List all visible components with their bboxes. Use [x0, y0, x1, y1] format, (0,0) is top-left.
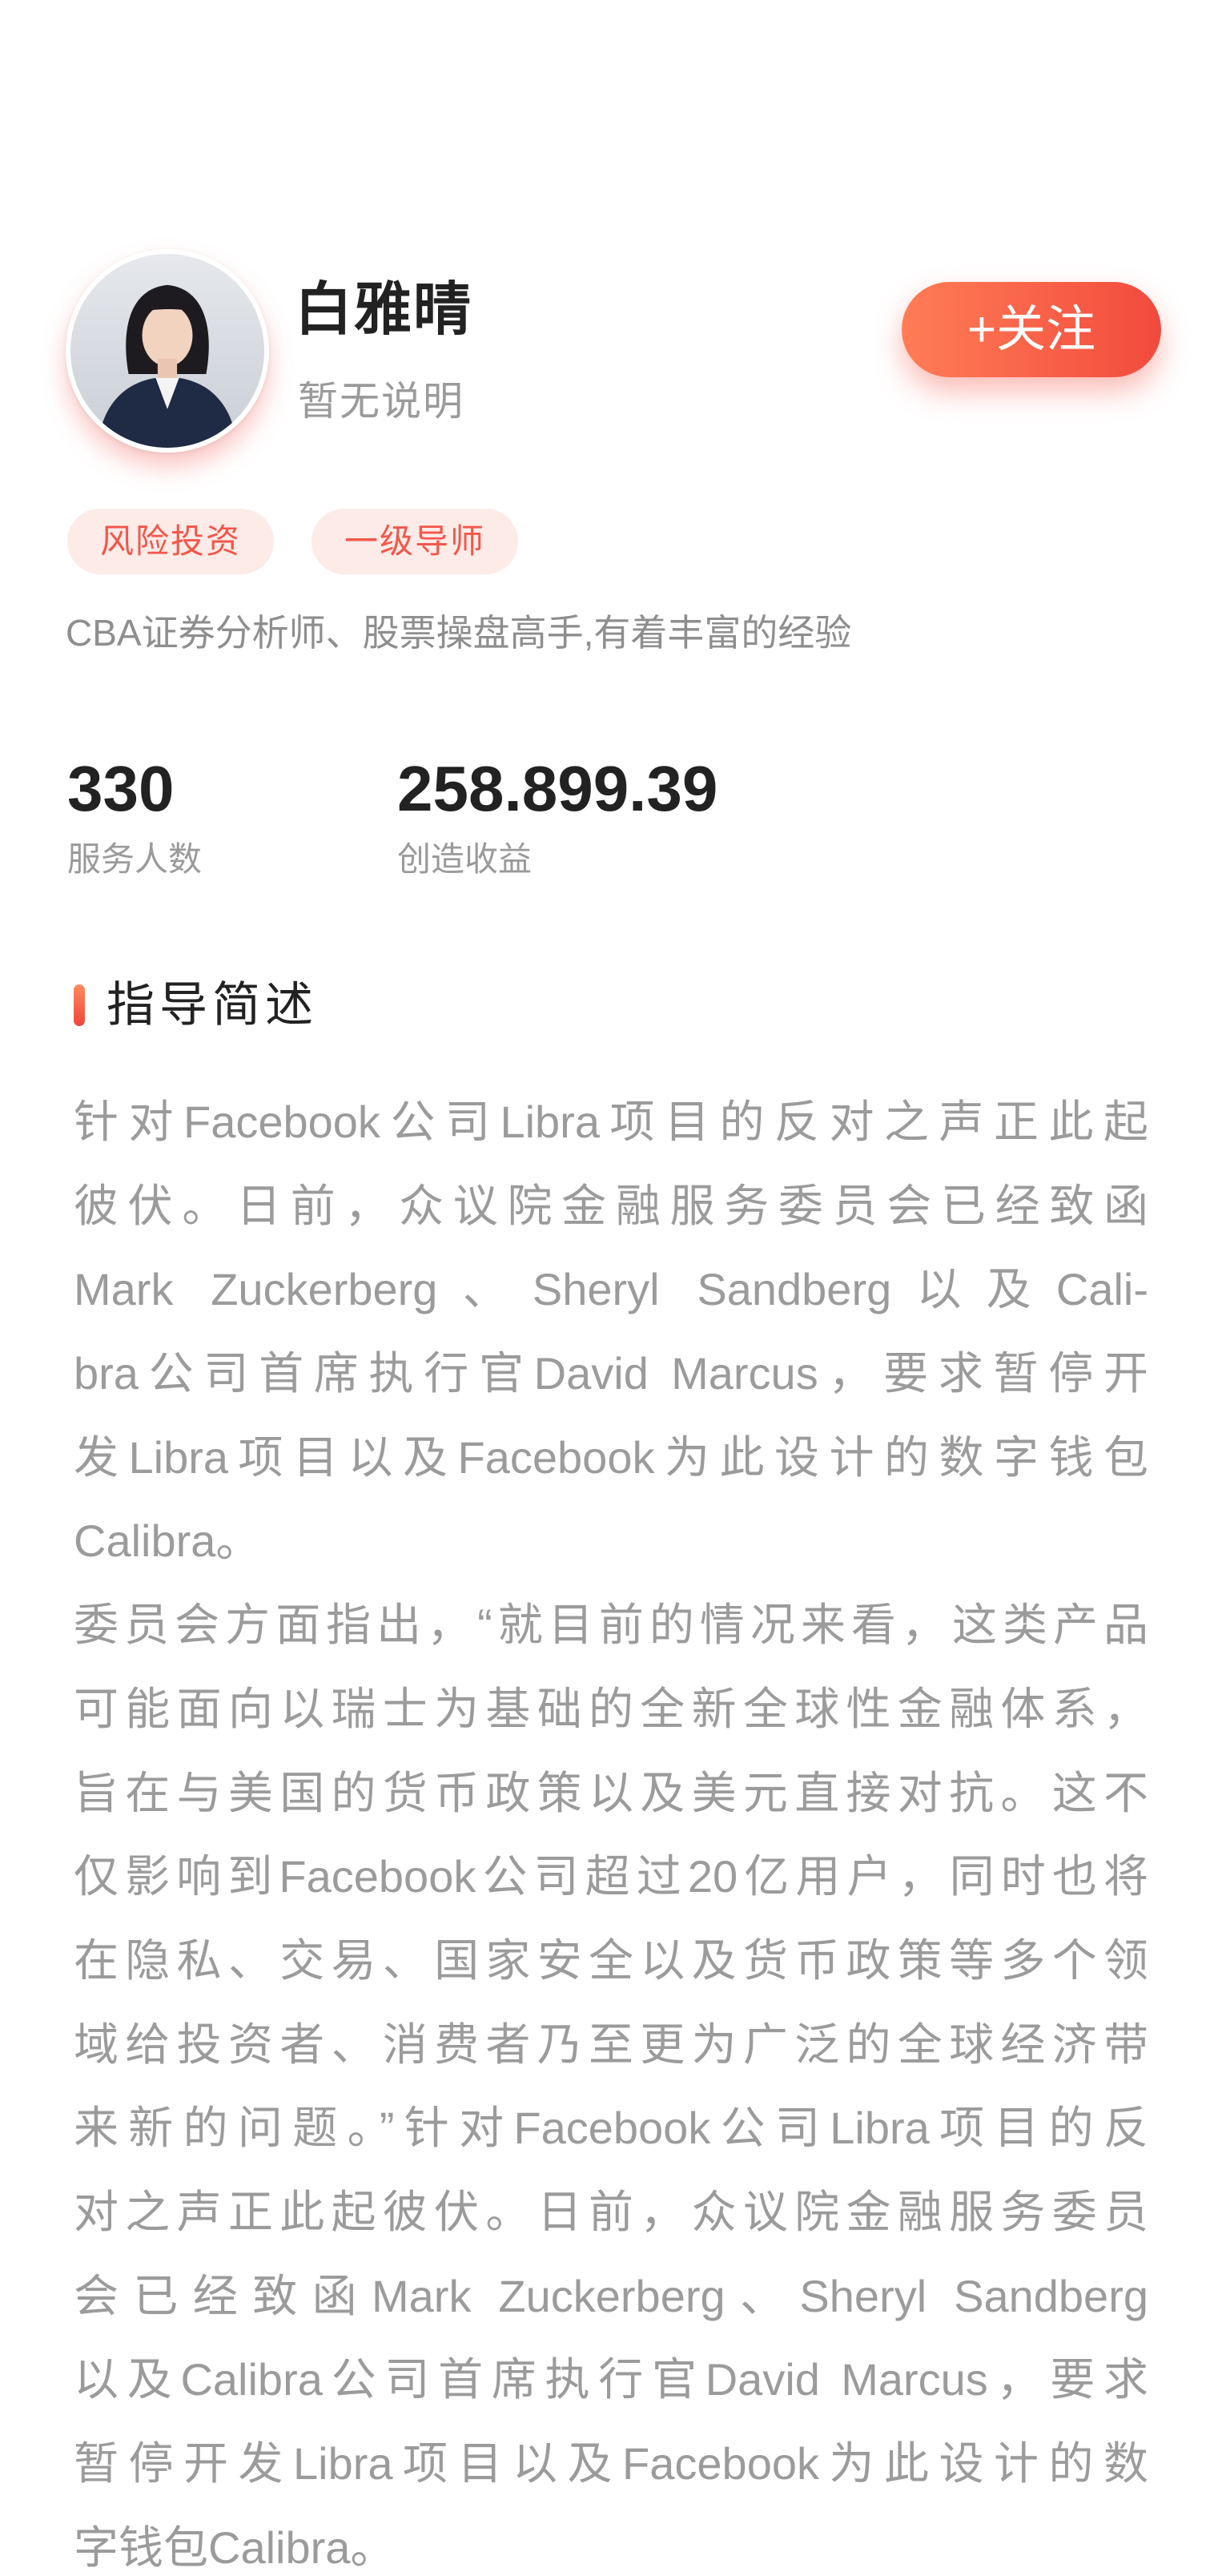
summary-line: 发Libra项目以及Facebook为此设计的数字钱包	[74, 1431, 1148, 1483]
advisor-subtitle: 暂无说明	[298, 379, 464, 424]
guidance-summary-text: 针对Facebook公司Libra项目的反对之声正此起 彼伏。日前，众议院金融服…	[74, 1081, 1148, 2576]
avatar[interactable]	[66, 249, 269, 453]
stat-earnings-label: 创造收益	[397, 840, 533, 878]
section-accent-bar	[74, 984, 85, 1026]
summary-line: 可能面向以瑞士为基础的全新全球性金融体系，	[74, 1683, 1148, 1734]
summary-line: 在隐私、交易、国家安全以及货币政策等多个领	[74, 1934, 1148, 1986]
summary-line: 旨在与美国的货币政策以及美元直接对抗。这不	[74, 1767, 1148, 1818]
advisor-profile-page: 白雅晴 暂无说明 +关注 风险投资 一级导师 CBA证券分析师、股票操盘高手,有…	[0, 0, 1230, 2576]
summary-line: Mark Zuckerberg、Sheryl Sandberg以及Cali-	[74, 1264, 1148, 1315]
summary-line: 来新的问题。”针对Facebook公司Libra项目的反	[74, 2103, 1148, 2154]
summary-line: 会已经致函Mark Zuckerberg、Sheryl Sandberg	[74, 2270, 1148, 2321]
section-title: 指导简述	[107, 978, 318, 1032]
stat-service-count-label: 服务人数	[67, 840, 203, 878]
tag-level-one-mentor: 一级导师	[312, 509, 518, 574]
summary-line: 域给投资者、消费者乃至更为广泛的全球经济带	[74, 2019, 1148, 2070]
summary-line: Calibra。	[74, 1515, 261, 1567]
avatar-photo	[70, 254, 264, 448]
stat-service-count-value: 330	[67, 753, 175, 824]
summary-line: 字钱包Calibra。	[74, 2522, 396, 2573]
summary-line: bra公司首席执行官David Marcus，要求暂停开	[74, 1348, 1148, 1399]
summary-line: 暂停开发Libra项目以及Facebook为此设计的数	[74, 2438, 1148, 2489]
stat-earnings-value: 258.899.39	[397, 753, 718, 824]
advisor-description: CBA证券分析师、股票操盘高手,有着丰富的经验	[66, 612, 852, 654]
follow-button[interactable]: +关注	[902, 282, 1161, 377]
summary-line: 以及Calibra公司首席执行官David Marcus，要求	[74, 2354, 1148, 2405]
summary-line: 对之声正此起彼伏。日前，众议院金融服务委员	[74, 2186, 1148, 2237]
tag-risk-investment: 风险投资	[67, 509, 274, 574]
summary-line: 彼伏。日前，众议院金融服务委员会已经致函	[74, 1180, 1148, 1231]
summary-line: 仅影响到Facebook公司超过20亿用户，同时也将	[74, 1851, 1148, 1902]
summary-line: 委员会方面指出，“就目前的情况来看，这类产品	[74, 1600, 1148, 1651]
advisor-name: 白雅晴	[295, 278, 473, 342]
summary-line: 针对Facebook公司Libra项目的反对之声正此起	[74, 1097, 1148, 1147]
